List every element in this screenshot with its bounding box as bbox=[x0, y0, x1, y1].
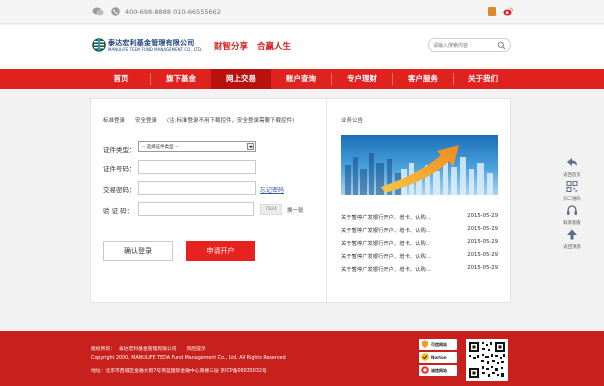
open-account-button[interactable]: 申请开户 bbox=[186, 241, 255, 261]
shield-icon bbox=[421, 340, 429, 348]
news-date: 2015-05-29 bbox=[467, 265, 498, 271]
captcha-refresh-link[interactable]: 换一张 bbox=[287, 206, 304, 214]
login-mode-note: (注:标准登录不用下载控件，安全登录需要下载控件) bbox=[167, 118, 295, 124]
dropdown-arrow-icon[interactable] bbox=[247, 143, 254, 150]
slogan-part-2: 合赢人生 bbox=[256, 42, 291, 52]
news-date: 2015-05-29 bbox=[467, 226, 498, 232]
float-label: 返回首页 bbox=[563, 173, 581, 178]
copyright-line: Copyright 2000, MANULIFE TEDA Fund Manag… bbox=[91, 356, 286, 361]
slogan: 财智分享 合赢人生 bbox=[214, 40, 291, 52]
search-icon[interactable] bbox=[497, 41, 506, 50]
nav-item-customer-service[interactable]: 客户服务 bbox=[393, 69, 453, 89]
checkmark-icon bbox=[421, 353, 429, 361]
announcements-title: 业务公告 bbox=[341, 118, 364, 124]
nav-item-special-accounts[interactable]: 专户理财 bbox=[332, 69, 392, 89]
trusted-site-badge[interactable]: 可信网站 bbox=[419, 339, 457, 350]
news-title[interactable]: 关于暂停广发银行开户、增卡、认购... bbox=[341, 213, 431, 221]
headset-icon[interactable] bbox=[565, 204, 579, 217]
nav-item-about-us[interactable]: 关于我们 bbox=[454, 69, 512, 89]
news-date: 2015-05-29 bbox=[467, 213, 498, 219]
float-back-top[interactable]: 返回顶部 bbox=[560, 228, 584, 250]
nav-item-funds[interactable]: 旗下基金 bbox=[151, 69, 211, 89]
norton-badge[interactable]: Norton bbox=[419, 352, 457, 363]
nav-item-account-query[interactable]: 账户查询 bbox=[271, 69, 331, 89]
main-panel: 标准登录 安全登录 (注:标准登录不用下载控件，安全登录需要下载控件) 证件类型： … bbox=[90, 98, 511, 303]
news-item[interactable]: 关于暂停广发银行开户、增卡、认购... 2015-05-29 bbox=[341, 239, 498, 248]
arrow-up-icon[interactable] bbox=[565, 228, 579, 241]
float-label: 联系客服 bbox=[563, 221, 581, 226]
credit-site-badge[interactable]: 诚信网站 bbox=[419, 365, 457, 376]
password-label: 交易密码： bbox=[103, 186, 136, 194]
news-date: 2015-05-29 bbox=[467, 252, 498, 258]
back-arrow-icon[interactable] bbox=[565, 156, 579, 169]
badge-label: Norton bbox=[431, 355, 447, 360]
id-type-select[interactable]: -- 选择证件类型 -- bbox=[138, 141, 256, 152]
search-box bbox=[428, 38, 511, 52]
announcement-banner-image[interactable] bbox=[341, 135, 498, 195]
nav-item-online-trading[interactable]: 网上交易 bbox=[211, 69, 271, 89]
news-title[interactable]: 关于暂停广发银行开户、增卡、认购... bbox=[341, 252, 431, 260]
top-bar: 400-698-8888 010-66555662 bbox=[0, 0, 604, 24]
float-back-home[interactable]: 返回首页 bbox=[560, 156, 584, 178]
forgot-password-link[interactable]: 忘记密码 bbox=[260, 185, 284, 194]
captcha-label: 验 证 码： bbox=[103, 207, 134, 215]
tab-secure-login[interactable]: 安全登录 bbox=[135, 118, 157, 124]
phone-icon bbox=[111, 7, 120, 16]
news-date: 2015-05-29 bbox=[467, 239, 498, 245]
news-item[interactable]: 关于暂停广发银行开户、增卡、认购... 2015-05-29 bbox=[341, 226, 498, 235]
search-input[interactable] bbox=[433, 41, 491, 50]
confirm-login-button[interactable]: 确认登录 bbox=[103, 241, 173, 261]
qrcode-icon[interactable] bbox=[565, 180, 579, 193]
login-mode-tabs: 标准登录 安全登录 (注:标准登录不用下载控件，安全登录需要下载控件) bbox=[103, 116, 294, 124]
id-type-value: -- 选择证件类型 -- bbox=[142, 145, 179, 150]
news-title[interactable]: 关于暂停广发银行开户、增卡、认购... bbox=[341, 239, 431, 247]
hotline-number: 400-698-8888 010-66555662 bbox=[125, 8, 221, 16]
float-label: 返回顶部 bbox=[563, 245, 581, 250]
id-type-label: 证件类型： bbox=[103, 146, 136, 154]
qrcode-image bbox=[466, 339, 508, 381]
panel-divider bbox=[326, 99, 327, 302]
site-header: 泰达宏利基金管理有限公司 MANULIFE TEDA FUND MANAGEME… bbox=[0, 25, 604, 70]
site-footer: 版权所有： 泰达宏利基金管理有限公司 风险提示 Copyright 2000, MA… bbox=[0, 331, 604, 386]
captcha-input[interactable] bbox=[138, 202, 254, 216]
copyright-owner-label: 版权所有： bbox=[91, 347, 115, 352]
news-item[interactable]: 关于暂停广发银行开户、增卡、认购... 2015-05-29 bbox=[341, 265, 498, 274]
slogan-part-1: 财智分享 bbox=[214, 42, 249, 52]
weibo-icon[interactable] bbox=[503, 7, 513, 16]
news-title[interactable]: 关于暂停广发银行开户、增卡、认购... bbox=[341, 226, 431, 234]
id-number-input[interactable] bbox=[138, 160, 256, 174]
seal-icon bbox=[421, 366, 429, 374]
trust-badges: 可信网站 Norton 诚信网站 bbox=[419, 339, 457, 378]
float-scan-qrcode[interactable]: 扫二维码 bbox=[560, 180, 584, 202]
float-label: 扫二维码 bbox=[563, 197, 581, 202]
float-contact-service[interactable]: 联系客服 bbox=[560, 204, 584, 226]
tab-standard-login[interactable]: 标准登录 bbox=[103, 118, 125, 124]
news-item[interactable]: 关于暂停广发银行开户、增卡、认购... 2015-05-29 bbox=[341, 213, 498, 222]
main-nav: 首页 旗下基金 网上交易 账户查询 专户理财 客户服务 关于我们 bbox=[0, 69, 604, 89]
captcha-image[interactable]: 7824 bbox=[260, 204, 282, 215]
copyright-owner: 泰达宏利基金管理有限公司 bbox=[119, 347, 177, 352]
nav-item-home[interactable]: 首页 bbox=[92, 69, 150, 89]
wechat-icon[interactable] bbox=[92, 7, 104, 16]
password-input[interactable] bbox=[138, 181, 256, 195]
risk-notice-link[interactable]: 风险提示 bbox=[187, 347, 206, 352]
bookmark-icon[interactable] bbox=[488, 7, 496, 16]
badge-label: 诚信网站 bbox=[431, 368, 447, 373]
news-title[interactable]: 关于暂停广发银行开户、增卡、认购... bbox=[341, 265, 431, 273]
company-logo-icon[interactable] bbox=[92, 37, 106, 53]
badge-label: 可信网站 bbox=[431, 342, 447, 347]
company-name-en: MANULIFE TEDA FUND MANAGEMENT CO., LTD. bbox=[108, 47, 203, 52]
footer-owner-line: 版权所有： 泰达宏利基金管理有限公司 风险提示 bbox=[91, 345, 216, 352]
news-item[interactable]: 关于暂停广发银行开户、增卡、认购... 2015-05-29 bbox=[341, 252, 498, 261]
id-number-label: 证件号码： bbox=[103, 165, 136, 173]
address-line: 地址：北京市西城区金融大街7号英蓝国际金融中心南楼三层 京ICP备0603503… bbox=[91, 369, 267, 374]
